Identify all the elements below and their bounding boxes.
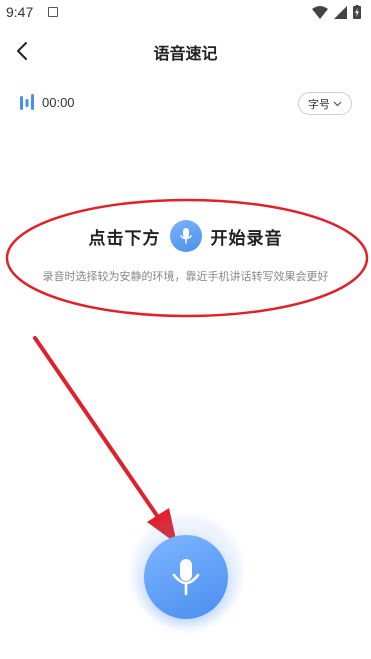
notification-a-icon (48, 7, 58, 17)
battery-charging-icon (353, 5, 361, 19)
page-title: 语音速记 (153, 44, 218, 63)
microphone-icon (172, 559, 200, 596)
waveform-icon (20, 94, 34, 110)
wifi-icon (312, 5, 328, 19)
annotation-arrow-line (33, 336, 162, 522)
font-size-label: 字号 (308, 97, 330, 111)
hint-mic-badge (169, 220, 202, 252)
status-icons (312, 5, 361, 19)
hint-prefix: 点击下方 (88, 228, 161, 249)
font-size-button[interactable]: 字号 (298, 92, 352, 115)
record-mic-button[interactable] (144, 535, 228, 619)
status-time: 9:47 (6, 4, 34, 20)
recording-timer: 00:00 (20, 92, 75, 112)
chevron-down-icon (333, 101, 342, 106)
hint-subtitle: 录音时选择较为安静的环境，靠近手机讲话转写效果会更好 (42, 270, 329, 283)
hint-suffix: 开始录音 (210, 228, 283, 249)
signal-icon (334, 5, 347, 19)
timer-value: 00:00 (42, 94, 75, 110)
header: 语音速记 (0, 30, 371, 74)
hint-title: 点击下方 开始录音 (0, 218, 371, 254)
status-bar: 9:47 (0, 0, 371, 26)
microphone-icon (179, 228, 192, 244)
